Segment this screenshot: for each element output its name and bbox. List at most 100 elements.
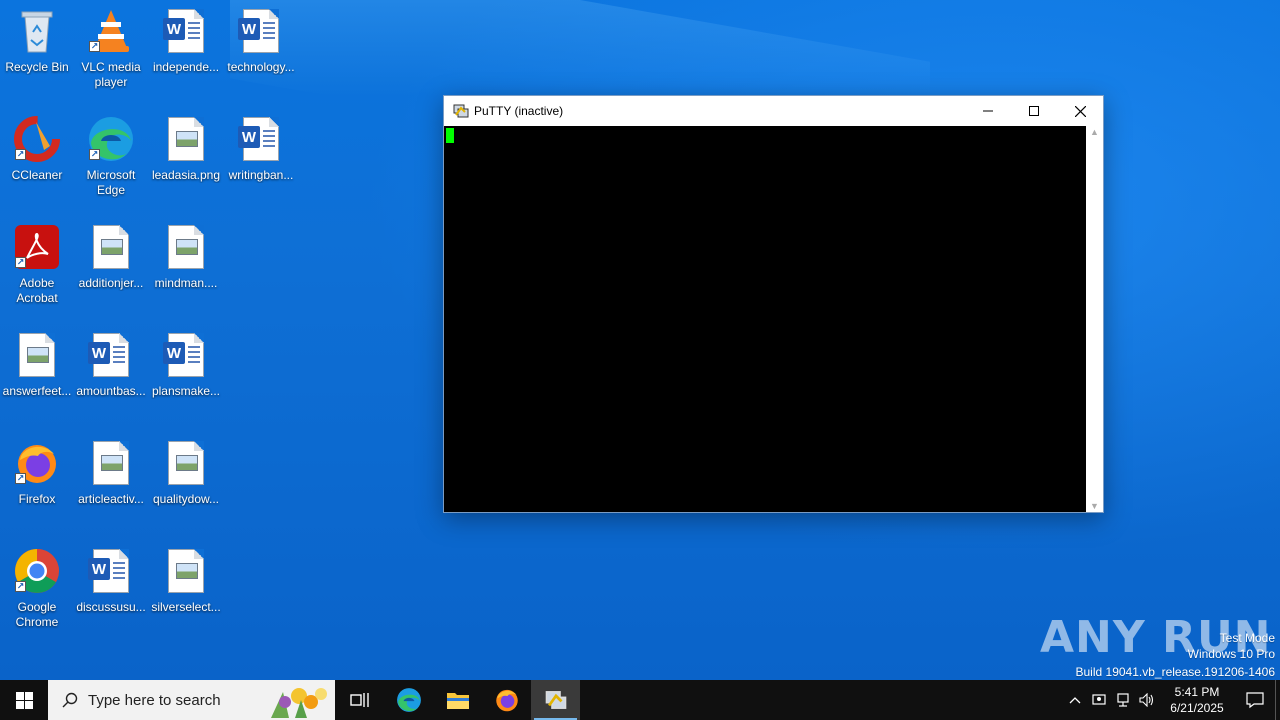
desktop-icon-label: independe... bbox=[152, 60, 220, 74]
tray-network[interactable] bbox=[1111, 680, 1135, 720]
desktop-icon-plansmake[interactable]: W plansmake... bbox=[149, 330, 223, 430]
desktop-icon-label: leadasia.png bbox=[151, 168, 221, 182]
minimize-button[interactable] bbox=[965, 96, 1011, 126]
desktop-icon-label: silverselect... bbox=[151, 600, 221, 614]
minimize-icon bbox=[983, 110, 993, 112]
chrome-icon: ↗ bbox=[13, 546, 61, 596]
desktop-icon-label: CCleaner bbox=[11, 168, 63, 182]
desktop-icon-qualitydow[interactable]: qualitydow... bbox=[149, 438, 223, 538]
taskbar-search-box[interactable]: Type here to search bbox=[48, 680, 335, 720]
recycle-bin-icon bbox=[13, 6, 61, 56]
windows-logo-icon bbox=[15, 691, 33, 709]
build-text: Build 19041.vb_release.191206-1406 bbox=[1075, 665, 1276, 679]
desktop-icon-label: additionjer... bbox=[78, 276, 144, 290]
taskbar-putty[interactable] bbox=[531, 680, 580, 720]
word-document-icon: W bbox=[162, 6, 210, 56]
desktop-icon-vlc[interactable]: ↗ VLC media player bbox=[74, 6, 148, 106]
terminal-cursor bbox=[446, 128, 454, 143]
terminal-area[interactable] bbox=[444, 126, 1086, 512]
desktop-icon-label: discussusu... bbox=[76, 600, 146, 614]
desktop-icon-writingban[interactable]: W writingban... bbox=[224, 114, 298, 214]
show-desktop-button[interactable] bbox=[1275, 680, 1280, 720]
tray-meet-now[interactable] bbox=[1087, 680, 1111, 720]
desktop-icon-label: Adobe Acrobat bbox=[16, 276, 58, 305]
vlc-icon: ↗ bbox=[87, 6, 135, 56]
desktop-icon-additionjer[interactable]: additionjer... bbox=[74, 222, 148, 322]
shortcut-arrow-icon: ↗ bbox=[15, 581, 26, 592]
monitor-person-icon bbox=[1092, 694, 1106, 705]
desktop-icon-label: answerfeet... bbox=[2, 384, 72, 398]
start-button[interactable] bbox=[0, 680, 48, 720]
desktop-icon-answerfeet[interactable]: answerfeet... bbox=[0, 330, 74, 430]
desktop-icon-silverselect[interactable]: silverselect... bbox=[149, 546, 223, 646]
edge-icon: ↗ bbox=[87, 114, 135, 164]
desktop-icon-label: writingban... bbox=[228, 168, 294, 182]
image-file-icon bbox=[162, 438, 210, 488]
taskbar-clock[interactable]: 5:41 PM 6/21/2025 bbox=[1159, 684, 1235, 716]
firefox-icon bbox=[495, 689, 518, 712]
desktop-icon-label: articleactiv... bbox=[78, 492, 144, 506]
desktop-icon-label: technology... bbox=[227, 60, 295, 74]
desktop-icon-independe[interactable]: W independe... bbox=[149, 6, 223, 106]
shortcut-arrow-icon: ↗ bbox=[89, 41, 100, 52]
putty-icon bbox=[545, 691, 566, 709]
close-button[interactable] bbox=[1057, 96, 1103, 126]
desktop-icon-technology[interactable]: W technology... bbox=[224, 6, 298, 106]
desktop-icon-leadasia[interactable]: leadasia.png bbox=[149, 114, 223, 214]
word-document-icon: W bbox=[237, 114, 285, 164]
desktop-icon-recycle-bin[interactable]: Recycle Bin bbox=[0, 6, 74, 106]
desktop-icon-adobe-acrobat[interactable]: ↗ Adobe Acrobat bbox=[0, 222, 74, 322]
word-document-icon: W bbox=[87, 546, 135, 596]
desktop-icon-label: Recycle Bin bbox=[5, 60, 69, 74]
folder-icon bbox=[446, 693, 469, 709]
action-center-button[interactable] bbox=[1235, 680, 1275, 720]
word-document-icon: W bbox=[237, 6, 285, 56]
desktop: Recycle Bin ↗ CCleaner ↗ Adobe Acrobat a… bbox=[0, 0, 1280, 680]
desktop-icon-google-chrome[interactable]: ↗ Google Chrome bbox=[0, 546, 74, 646]
image-file-icon bbox=[13, 330, 61, 380]
image-file-icon bbox=[87, 222, 135, 272]
image-file-icon bbox=[162, 546, 210, 596]
desktop-icon-mindman[interactable]: mindman.... bbox=[149, 222, 223, 322]
desktop-icon-label: plansmake... bbox=[151, 384, 221, 398]
desktop-icon-label: Google Chrome bbox=[15, 600, 59, 629]
close-icon bbox=[1074, 105, 1086, 117]
shortcut-arrow-icon: ↗ bbox=[15, 473, 26, 484]
task-view-button[interactable] bbox=[335, 680, 384, 720]
desktop-icon-discussusu[interactable]: W discussusu... bbox=[74, 546, 148, 646]
desktop-icon-ccleaner[interactable]: ↗ CCleaner bbox=[0, 114, 74, 214]
show-hidden-icons-button[interactable] bbox=[1063, 680, 1087, 720]
putty-window[interactable]: PuTTY (inactive) ▲ ▼ bbox=[443, 95, 1104, 513]
taskbar-file-explorer[interactable] bbox=[433, 680, 482, 720]
desktop-icon-microsoft-edge[interactable]: ↗ Microsoft Edge bbox=[74, 114, 148, 214]
ccleaner-icon: ↗ bbox=[13, 114, 61, 164]
volume-icon bbox=[1139, 693, 1154, 707]
clock-date: 6/21/2025 bbox=[1170, 701, 1224, 715]
search-icon bbox=[62, 692, 78, 708]
network-icon bbox=[1117, 693, 1129, 707]
windows-edition-text: Windows 10 Pro bbox=[1187, 647, 1275, 661]
putty-window-title: PuTTY (inactive) bbox=[474, 104, 564, 118]
putty-app-icon[interactable] bbox=[452, 102, 470, 120]
desktop-icon-firefox[interactable]: ↗ Firefox bbox=[0, 438, 74, 538]
image-file-icon bbox=[162, 114, 210, 164]
chevron-up-icon bbox=[1069, 697, 1081, 704]
tray-volume[interactable] bbox=[1135, 680, 1159, 720]
scroll-down-icon[interactable]: ▼ bbox=[1090, 500, 1099, 512]
desktop-icon-label: VLC media player bbox=[81, 60, 141, 89]
maximize-button[interactable] bbox=[1011, 96, 1057, 126]
taskbar-edge[interactable] bbox=[384, 680, 433, 720]
desktop-icon-label: Microsoft Edge bbox=[86, 168, 136, 197]
word-document-icon: W bbox=[162, 330, 210, 380]
desktop-icon-amountbas[interactable]: W amountbas... bbox=[74, 330, 148, 430]
search-highlight-flowers-icon bbox=[271, 688, 327, 718]
putty-titlebar[interactable]: PuTTY (inactive) bbox=[444, 96, 1103, 126]
desktop-icon-articleactiv[interactable]: articleactiv... bbox=[74, 438, 148, 538]
taskbar-firefox[interactable] bbox=[482, 680, 531, 720]
terminal-scrollbar[interactable]: ▲ ▼ bbox=[1086, 126, 1103, 512]
system-tray: 5:41 PM 6/21/2025 bbox=[1063, 680, 1280, 720]
notification-icon bbox=[1246, 692, 1264, 709]
scroll-up-icon[interactable]: ▲ bbox=[1090, 126, 1099, 138]
test-mode-text: Test Mode bbox=[1219, 631, 1275, 645]
shortcut-arrow-icon: ↗ bbox=[89, 149, 100, 160]
